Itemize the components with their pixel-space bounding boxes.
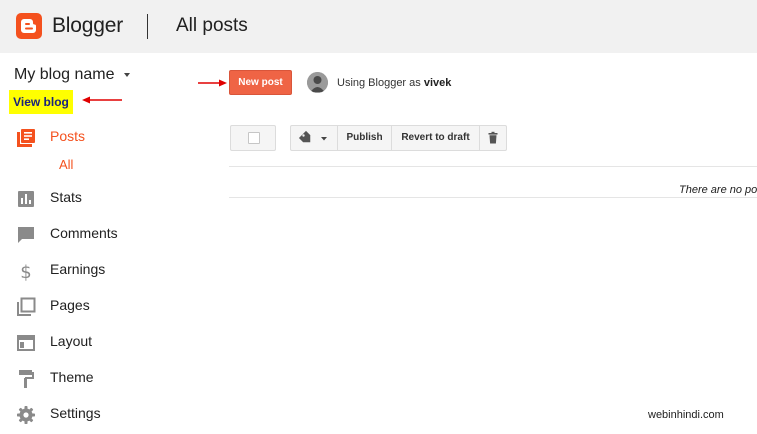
top-bar: Blogger All posts — [0, 0, 757, 53]
trash-icon — [488, 131, 498, 144]
page-title: All posts — [176, 15, 248, 36]
paint-roller-icon — [19, 370, 34, 388]
blog-name-selector[interactable]: My blog name — [14, 66, 115, 84]
comments-icon — [18, 227, 34, 243]
sidebar-item-label: Pages — [50, 297, 90, 313]
signed-in-as-text: Using Blogger as vivek — [337, 77, 451, 89]
sidebar-item-settings[interactable]: Settings — [0, 399, 190, 429]
sidebar-item-stats[interactable]: Stats — [0, 183, 190, 213]
post-actions-toolbar: Publish Revert to draft — [290, 125, 507, 151]
annotation-arrow-icon — [198, 79, 227, 87]
pages-icon — [17, 297, 36, 316]
delete-button[interactable] — [479, 125, 507, 151]
sidebar-item-label: Posts — [50, 128, 86, 144]
sidebar-item-earnings[interactable]: $ Earnings — [0, 255, 190, 285]
sidebar-item-comments[interactable]: Comments — [0, 219, 190, 249]
sidebar-item-label: Stats — [50, 189, 82, 205]
label-dropdown-button[interactable] — [290, 125, 338, 151]
user-silhouette-icon — [307, 72, 328, 93]
annotation-arrow-icon — [82, 96, 122, 104]
header-divider — [147, 14, 148, 39]
label-tag-icon — [298, 130, 327, 143]
watermark-text: webinhindi.com — [648, 409, 724, 421]
select-all-checkbox-container[interactable] — [230, 125, 276, 151]
sidebar-subitem-all[interactable]: All — [59, 157, 73, 172]
username: vivek — [423, 77, 452, 89]
select-all-checkbox[interactable] — [248, 132, 260, 144]
svg-text:$: $ — [20, 262, 31, 281]
sidebar-item-label: Comments — [50, 225, 118, 241]
layout-icon — [17, 335, 35, 351]
dollar-icon: $ — [20, 262, 31, 281]
publish-button[interactable]: Publish — [337, 125, 392, 151]
empty-state-message: There are no posts. — [679, 184, 757, 196]
new-post-button[interactable]: New post — [229, 70, 292, 95]
revert-to-draft-button[interactable]: Revert to draft — [391, 125, 480, 151]
signed-in-prefix: Using Blogger as — [337, 77, 424, 89]
sidebar-item-label: Layout — [50, 333, 93, 349]
sidebar-item-pages[interactable]: Pages — [0, 291, 190, 321]
brand-name[interactable]: Blogger — [52, 14, 123, 38]
blogger-logo-icon[interactable] — [16, 13, 42, 39]
posts-icon — [17, 129, 35, 147]
gear-icon — [17, 406, 35, 424]
sidebar-item-label: Settings — [50, 405, 101, 421]
sidebar-item-label: Theme — [50, 369, 94, 385]
view-blog-link[interactable]: View blog — [9, 90, 73, 114]
avatar[interactable] — [307, 72, 328, 93]
caret-down-icon[interactable] — [124, 73, 130, 77]
sidebar-item-posts[interactable]: Posts — [0, 122, 190, 152]
sidebar-item-layout[interactable]: Layout — [0, 327, 190, 357]
list-divider — [229, 197, 757, 198]
sidebar-item-theme[interactable]: Theme — [0, 363, 190, 393]
sidebar-item-label: Earnings — [50, 261, 106, 277]
stats-icon — [18, 191, 34, 207]
list-divider — [229, 166, 757, 167]
